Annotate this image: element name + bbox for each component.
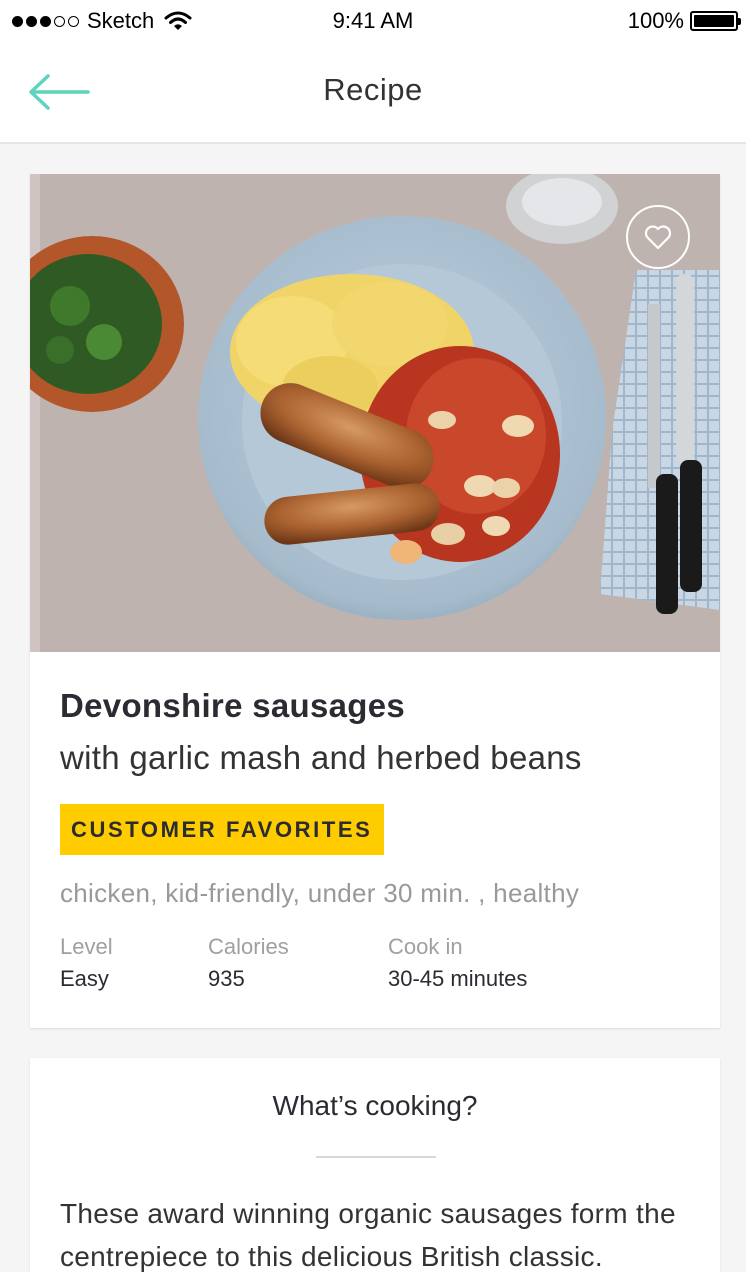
recipe-details: Devonshire sausages with garlic mash and… <box>30 652 720 994</box>
customer-favorites-badge: CUSTOMER FAVORITES <box>60 804 385 855</box>
stat-label: Calories <box>208 934 289 959</box>
whats-cooking-card: What’s cooking? These award winning orga… <box>30 1058 720 1272</box>
nav-bar: Recipe <box>0 40 746 144</box>
stat-calories: Calories 935 <box>208 933 388 994</box>
status-right: 100% <box>627 8 741 34</box>
page-title: Recipe <box>323 72 423 107</box>
stat-label: Cook in <box>388 934 463 959</box>
battery-icon <box>690 11 741 31</box>
stat-value: Easy <box>60 966 109 991</box>
battery-percent: 100% <box>627 8 684 33</box>
section-description: These award winning organic sausages for… <box>60 1198 676 1272</box>
stat-label: Level <box>60 934 113 959</box>
stat-value: 30-45 minutes <box>388 966 528 991</box>
recipe-hero-image <box>30 174 720 652</box>
status-bar: Sketch 9:41 AM 100% <box>0 0 746 40</box>
recipe-stats: Level Easy Calories 935 Cook in 30-45 mi… <box>60 933 690 994</box>
recipe-subtitle: with garlic mash and herbed beans <box>60 739 582 776</box>
heart-outline-icon <box>644 225 672 250</box>
stat-cook-time: Cook in 30-45 minutes <box>388 933 527 994</box>
stat-level: Level Easy <box>60 933 208 994</box>
recipe-tags: chicken, kid-friendly, under 30 min. , h… <box>60 878 580 908</box>
recipe-title: Devonshire sausages <box>60 687 406 724</box>
section-title: What’s cooking? <box>272 1090 478 1121</box>
stat-value: 935 <box>208 966 245 991</box>
favorite-button[interactable] <box>626 205 690 269</box>
recipe-card[interactable]: Devonshire sausages with garlic mash and… <box>30 174 720 1028</box>
divider <box>316 1156 436 1158</box>
food-photo <box>30 174 720 652</box>
battery-fill <box>694 15 734 27</box>
